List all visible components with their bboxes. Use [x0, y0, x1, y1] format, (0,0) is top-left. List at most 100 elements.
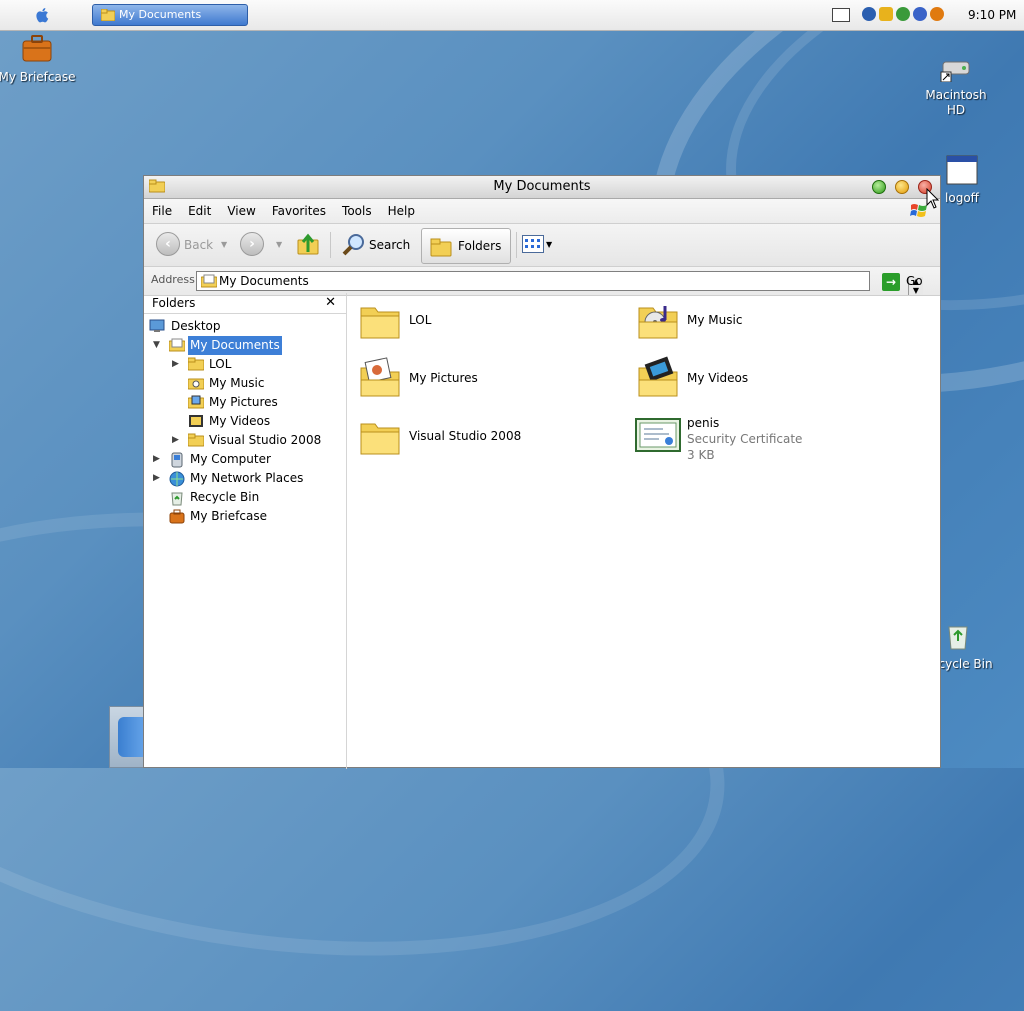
tray-search-icon[interactable]	[930, 7, 944, 21]
tree-item-my-music[interactable]: My Music	[144, 374, 346, 393]
system-menubar: My Documents 9:10 PM	[0, 0, 1024, 31]
folders-button[interactable]: Folders	[421, 228, 511, 264]
certificate-icon	[635, 418, 681, 452]
tree-item-recycle-bin[interactable]: Recycle Bin	[144, 488, 346, 507]
file-name: penis	[687, 416, 720, 430]
collapse-icon[interactable]: ▼	[153, 336, 163, 355]
application-window-icon	[946, 155, 978, 185]
forward-dropdown-icon[interactable]: ▼	[276, 230, 282, 260]
search-icon[interactable]	[342, 232, 366, 256]
mouse-cursor-icon	[926, 188, 940, 209]
views-dropdown-icon[interactable]: ▼	[546, 230, 552, 260]
folder-icon	[149, 179, 165, 193]
folder-icon	[360, 307, 400, 339]
folders-pane: Folders ✕ Desktop ▼ My Documents ▶ LOL M…	[144, 293, 347, 769]
menu-tools[interactable]: Tools	[334, 199, 380, 218]
folders-button-label: Folders	[458, 239, 502, 253]
desktop-icon-label: Macintosh HD	[925, 88, 987, 117]
menu-help[interactable]: Help	[380, 199, 423, 218]
apple-menu-icon[interactable]	[34, 6, 52, 24]
music-folder-icon	[638, 306, 678, 339]
folder-icon	[188, 433, 204, 447]
taskbar-button-my-documents[interactable]: My Documents	[92, 4, 248, 26]
tray-network-icon[interactable]	[896, 7, 910, 21]
folder-icon	[188, 357, 204, 371]
back-arrow-icon[interactable]: ‹	[156, 232, 180, 256]
tree-item-my-computer[interactable]: ▶ My Computer	[144, 450, 346, 469]
folder-icon	[360, 423, 400, 455]
tree-item-desktop[interactable]: Desktop	[144, 317, 346, 336]
desktop-icon	[149, 319, 165, 332]
videos-folder-icon	[638, 356, 678, 397]
expand-icon[interactable]: ▶	[153, 450, 163, 469]
expand-icon[interactable]: ▶	[172, 355, 182, 374]
expand-icon[interactable]: ▶	[172, 431, 182, 450]
window-title: My Documents	[493, 179, 591, 194]
minimize-button[interactable]	[895, 180, 909, 194]
address-label: Address	[151, 273, 195, 286]
folder-tree: Desktop ▼ My Documents ▶ LOL My Music My…	[144, 314, 346, 526]
my-documents-icon	[201, 274, 217, 288]
tree-item-my-network-places[interactable]: ▶ My Network Places	[144, 469, 346, 488]
close-pane-icon[interactable]: ✕	[325, 293, 336, 313]
tray-shield-icon[interactable]	[879, 7, 893, 21]
folder-icon	[101, 9, 115, 21]
folders-pane-header: Folders ✕	[144, 293, 346, 314]
taskbar-button-label: My Documents	[119, 8, 202, 21]
menu-file[interactable]: File	[144, 199, 180, 218]
keyboard-icon[interactable]	[832, 8, 850, 22]
toolbar-separator	[516, 232, 517, 258]
tree-item-my-briefcase[interactable]: My Briefcase	[144, 507, 346, 526]
window-toolbar: ‹ Back ▼ › ▼ Search Folders ▼	[144, 224, 940, 267]
up-folder-icon[interactable]	[296, 232, 320, 256]
pictures-folder-icon	[360, 357, 400, 397]
tray-update-icon[interactable]	[913, 7, 927, 21]
tree-item-my-videos[interactable]: My Videos	[144, 412, 346, 431]
system-tray	[862, 7, 944, 21]
menu-view[interactable]: View	[219, 199, 263, 218]
views-icon[interactable]	[522, 235, 544, 253]
address-bar: Address My Documents ▲ ▼ → Go	[144, 267, 940, 296]
file-size: 3 KB	[687, 448, 715, 462]
menu-favorites[interactable]: Favorites	[264, 199, 334, 218]
expand-icon[interactable]: ▶	[153, 469, 163, 488]
computer-icon	[171, 452, 183, 468]
my-documents-icon	[169, 338, 185, 352]
tray-globe-icon[interactable]	[862, 7, 876, 21]
desktop-icon-macintosh-hd[interactable]: Macintosh HD	[916, 54, 996, 118]
file-list: LOL My Music My Pictures My Videos Visua…	[347, 293, 941, 769]
back-button-label[interactable]: Back	[184, 230, 213, 260]
menubar-clock[interactable]: 9:10 PM	[968, 8, 1016, 22]
zoom-button[interactable]	[872, 180, 886, 194]
desktop-icon-label: My Briefcase	[0, 70, 76, 84]
window-titlebar[interactable]: My Documents	[144, 176, 940, 199]
window-menubar: File Edit View Favorites Tools Help	[144, 199, 940, 224]
back-dropdown-icon[interactable]: ▼	[221, 230, 227, 260]
menu-edit[interactable]: Edit	[180, 199, 219, 218]
toolbar-separator	[330, 232, 331, 258]
tree-item-my-documents[interactable]: ▼ My Documents	[144, 336, 346, 355]
briefcase-icon	[22, 35, 52, 62]
desktop-icon-my-briefcase[interactable]: My Briefcase	[0, 32, 77, 85]
address-input[interactable]: My Documents ▲ ▼	[196, 271, 923, 295]
tree-item-lol[interactable]: ▶ LOL	[144, 355, 346, 374]
videos-folder-icon	[189, 415, 203, 427]
music-folder-icon	[188, 378, 204, 390]
tree-item-visual-studio-2008[interactable]: ▶ Visual Studio 2008	[144, 431, 346, 450]
go-button[interactable]: → Go	[882, 271, 923, 291]
recycle-bin-icon	[171, 492, 183, 506]
folders-pane-title: Folders	[152, 296, 196, 310]
forward-arrow-icon[interactable]: ›	[240, 232, 264, 256]
tree-item-my-pictures[interactable]: My Pictures	[144, 393, 346, 412]
dock	[109, 706, 148, 768]
file-type: Security Certificate	[687, 432, 803, 446]
recycle-bin-icon	[948, 626, 968, 650]
folders-icon	[430, 238, 452, 257]
hard-drive-icon	[940, 61, 970, 83]
address-value: My Documents	[219, 274, 309, 288]
briefcase-icon	[169, 509, 185, 524]
explorer-window: My Documents File Edit View Favorites Tools H…	[143, 175, 941, 769]
search-button-label[interactable]: Search	[369, 230, 410, 260]
go-arrow-icon: →	[882, 272, 900, 291]
go-button-label: Go	[906, 274, 923, 288]
